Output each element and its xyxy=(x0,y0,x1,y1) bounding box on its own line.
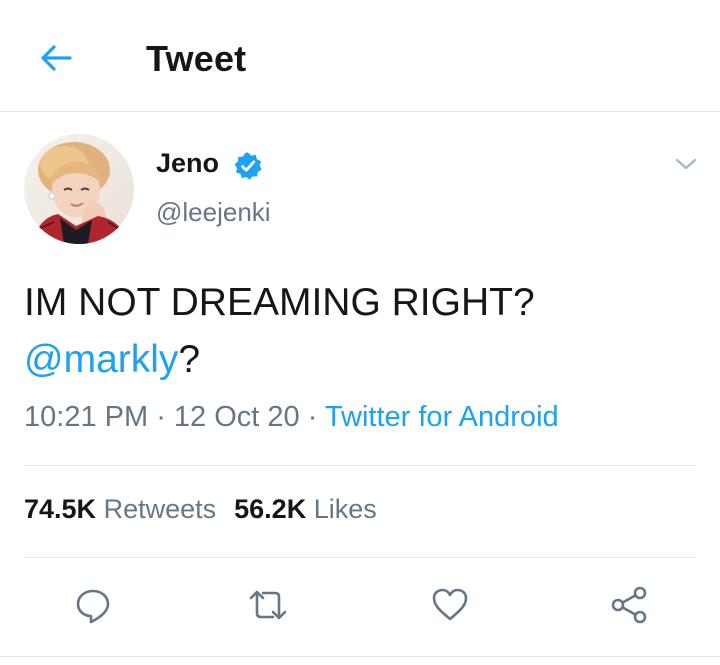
retweets-label: Retweets xyxy=(103,494,217,524)
reply-icon xyxy=(76,589,110,624)
display-name[interactable]: Jeno xyxy=(156,148,219,179)
share-icon xyxy=(611,586,647,624)
share-button[interactable] xyxy=(604,580,654,630)
tweet-options-button[interactable] xyxy=(670,150,702,178)
divider xyxy=(0,656,720,657)
likes-label: Likes xyxy=(313,494,377,524)
header-bar: Tweet xyxy=(0,0,720,112)
meta-separator: · xyxy=(299,401,325,433)
arrow-left-icon xyxy=(41,45,72,71)
retweets-count: 74.5K xyxy=(24,494,97,524)
tweet-text-line-1: IM NOT DREAMING RIGHT? xyxy=(24,281,535,324)
retweet-icon xyxy=(249,590,287,620)
username[interactable]: @leejenki xyxy=(156,197,271,228)
divider xyxy=(24,557,696,558)
like-button[interactable] xyxy=(425,580,475,630)
verified-badge-icon xyxy=(234,152,262,180)
chevron-down-icon xyxy=(675,158,697,170)
tweet-text: IM NOT DREAMING RIGHT? @markly? xyxy=(24,274,694,388)
page-title: Tweet xyxy=(146,38,247,79)
meta-separator: · xyxy=(148,401,174,433)
mention-link[interactable]: @markly xyxy=(24,338,178,381)
action-bar xyxy=(0,580,720,630)
tweet-date: 12 Oct 20 xyxy=(173,401,300,433)
tweet-source-link[interactable]: Twitter for Android xyxy=(325,401,559,433)
likes-stat[interactable]: 56.2K Likes xyxy=(234,494,377,524)
back-button[interactable] xyxy=(36,40,76,76)
divider xyxy=(24,465,696,466)
tweet-time: 10:21 PM xyxy=(24,401,149,433)
like-icon xyxy=(432,588,468,621)
retweets-stat[interactable]: 74.5K Retweets xyxy=(24,494,216,524)
reply-button[interactable] xyxy=(68,580,118,630)
retweet-button[interactable] xyxy=(243,580,293,630)
tweet-text-suffix: ? xyxy=(178,338,201,381)
tweet-stats: 74.5K Retweets 56.2K Likes xyxy=(24,494,395,525)
tweet-meta: 10:21 PM · 12 Oct 20 · Twitter for Andro… xyxy=(24,401,559,434)
likes-count: 56.2K xyxy=(234,494,307,524)
avatar[interactable] xyxy=(24,134,134,244)
tweet-text-line-2: @markly? xyxy=(24,331,694,388)
